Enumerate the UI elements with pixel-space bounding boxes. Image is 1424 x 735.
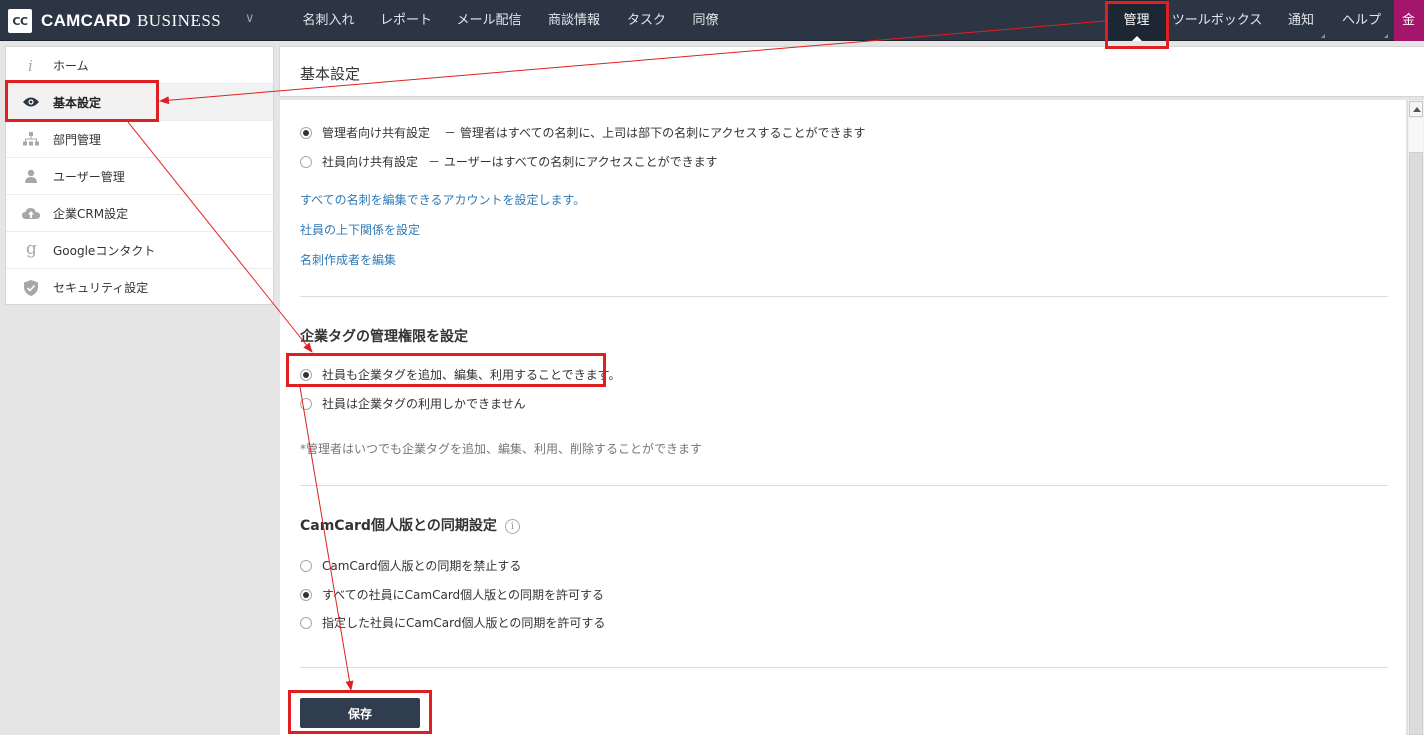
svg-text:g: g	[26, 241, 37, 259]
sync-option-all-employees[interactable]: すべての社員にCamCard個人版との同期を許可する	[300, 586, 604, 603]
sidebar-item-departments[interactable]: 部門管理	[6, 121, 273, 158]
radio-button[interactable]	[300, 616, 312, 629]
annotation-box-save	[288, 690, 432, 734]
radio-description: － 管理者はすべての名刺に、上司は部下の名刺にアクセスすることができます	[444, 126, 866, 140]
info-icon: i	[22, 56, 40, 74]
camcard-logo-mark: CC	[8, 9, 32, 33]
sidebar-item-label: セキュリティ設定	[53, 281, 149, 295]
vertical-scrollbar[interactable]	[1407, 100, 1424, 735]
sync-settings-title: CamCard個人版との同期設定 i	[300, 515, 520, 535]
nav-label: 同僚	[692, 13, 719, 28]
nav-business-cards[interactable]: 名刺入れ	[290, 0, 367, 41]
sidebar-item-users[interactable]: ユーザー管理	[6, 158, 273, 195]
sidebar-item-label: 部門管理	[53, 132, 102, 147]
radio-button[interactable]	[300, 588, 312, 601]
nav-label: 通知	[1287, 13, 1314, 28]
panel-header: 基本設定	[279, 46, 1424, 97]
sync-title-text: CamCard個人版との同期設定	[300, 518, 497, 534]
radio-label: すべての社員にCamCard個人版との同期を許可する	[322, 588, 605, 602]
nav-notifications[interactable]: 通知	[1275, 0, 1327, 41]
org-chart-icon	[22, 130, 40, 148]
nav-colleagues[interactable]: 同僚	[678, 0, 733, 41]
user-icon	[22, 167, 40, 185]
camcard-logo[interactable]: CC CAMCARD BUSINESS	[8, 9, 221, 33]
sidebar-item-security[interactable]: セキュリティ設定	[6, 269, 273, 306]
top-navigation-bar: CC CAMCARD BUSINESS ∨ 名刺入れ レポート メール配信 商談…	[0, 0, 1424, 41]
chevron-down-icon[interactable]: ∨	[245, 11, 255, 26]
link-edit-card-creator[interactable]: 名刺作成者を編集	[300, 251, 396, 268]
sidebar-item-google-contacts[interactable]: g Googleコンタクト	[6, 232, 273, 269]
nav-label: 商談情報	[547, 13, 600, 28]
sidebar-item-crm-settings[interactable]: 企業CRM設定	[6, 195, 273, 232]
sidebar-item-label: ホーム	[53, 58, 89, 73]
sidebar-item-label: 企業CRM設定	[53, 206, 129, 221]
annotation-box-tag-option	[286, 353, 606, 387]
nav-label: 名刺入れ	[302, 13, 355, 28]
sidebar-item-label: Googleコンタクト	[53, 243, 156, 258]
admin-tag-note: *管理者はいつでも企業タグを追加、編集、利用、削除することができます	[300, 442, 703, 456]
nav-reports[interactable]: レポート	[367, 0, 445, 41]
sharing-option-admin[interactable]: 管理者向け共有設定 － 管理者はすべての名刺に、上司は部下の名刺にアクセスするこ…	[300, 124, 866, 141]
radio-description: － ユーザーはすべての名刺にアクセスことができます	[428, 155, 718, 169]
scroll-thumb[interactable]	[1409, 152, 1423, 735]
nav-help[interactable]: ヘルプ	[1333, 0, 1390, 41]
shield-icon	[22, 279, 40, 297]
cloud-upload-icon	[22, 204, 40, 222]
nav-label: メール配信	[456, 13, 522, 28]
tag-option-employees-use-only[interactable]: 社員は企業タグの利用しかできません	[300, 395, 526, 412]
sharing-option-employee[interactable]: 社員向け共有設定 － ユーザーはすべての名刺にアクセスことができます	[300, 153, 718, 170]
nav-label: ツールボックス	[1171, 13, 1263, 28]
radio-label: 社員向け共有設定	[322, 155, 419, 169]
radio-button[interactable]	[300, 155, 312, 168]
radio-button[interactable]	[300, 397, 312, 410]
dropdown-corner-icon	[1384, 34, 1388, 38]
section-divider	[300, 667, 1388, 668]
nav-label: レポート	[379, 13, 432, 28]
radio-label: 指定した社員にCamCard個人版との同期を許可する	[322, 616, 606, 630]
radio-label: CamCard個人版との同期を禁止する	[322, 559, 522, 573]
annotation-box-admin	[1105, 1, 1169, 49]
logo-text-business: BUSINESS	[136, 11, 222, 30]
nav-tasks[interactable]: タスク	[615, 0, 678, 41]
radio-button[interactable]	[300, 126, 312, 139]
google-icon: g	[22, 241, 40, 259]
radio-label: 管理者向け共有設定	[322, 126, 431, 140]
radio-label: 社員は企業タグの利用しかできません	[322, 397, 526, 411]
scroll-up-arrow-icon[interactable]	[1409, 101, 1423, 117]
section-divider	[300, 485, 1388, 486]
sync-option-selected-employees[interactable]: 指定した社員にCamCard個人版との同期を許可する	[300, 614, 605, 631]
user-avatar[interactable]: 金	[1394, 0, 1424, 41]
link-employee-hierarchy[interactable]: 社員の上下関係を設定	[300, 221, 420, 238]
radio-button[interactable]	[300, 559, 312, 572]
link-edit-all-cards-accounts[interactable]: すべての名刺を編集できるアカウントを設定します。	[300, 191, 585, 208]
info-icon[interactable]: i	[504, 518, 520, 534]
annotation-box-basic-settings	[5, 80, 159, 122]
svg-text:i: i	[28, 57, 33, 73]
nav-label: ヘルプ	[1341, 13, 1381, 28]
scroll-track[interactable]	[1409, 118, 1423, 152]
sidebar-item-label: ユーザー管理	[53, 169, 125, 184]
nav-label: タスク	[626, 13, 666, 28]
nav-toolbox[interactable]: ツールボックス	[1167, 0, 1267, 41]
section-divider	[300, 296, 1388, 297]
logo-text-camcard: CAMCARD	[41, 11, 131, 30]
sync-option-disable[interactable]: CamCard個人版との同期を禁止する	[300, 557, 521, 574]
sidebar-item-home[interactable]: i ホーム	[6, 47, 273, 84]
page-title: 基本設定	[300, 65, 361, 83]
tag-permissions-title: 企業タグの管理権限を設定	[300, 329, 468, 345]
nav-deals[interactable]: 商談情報	[533, 0, 615, 41]
dropdown-corner-icon	[1321, 34, 1325, 38]
nav-email-campaign[interactable]: メール配信	[445, 0, 533, 41]
